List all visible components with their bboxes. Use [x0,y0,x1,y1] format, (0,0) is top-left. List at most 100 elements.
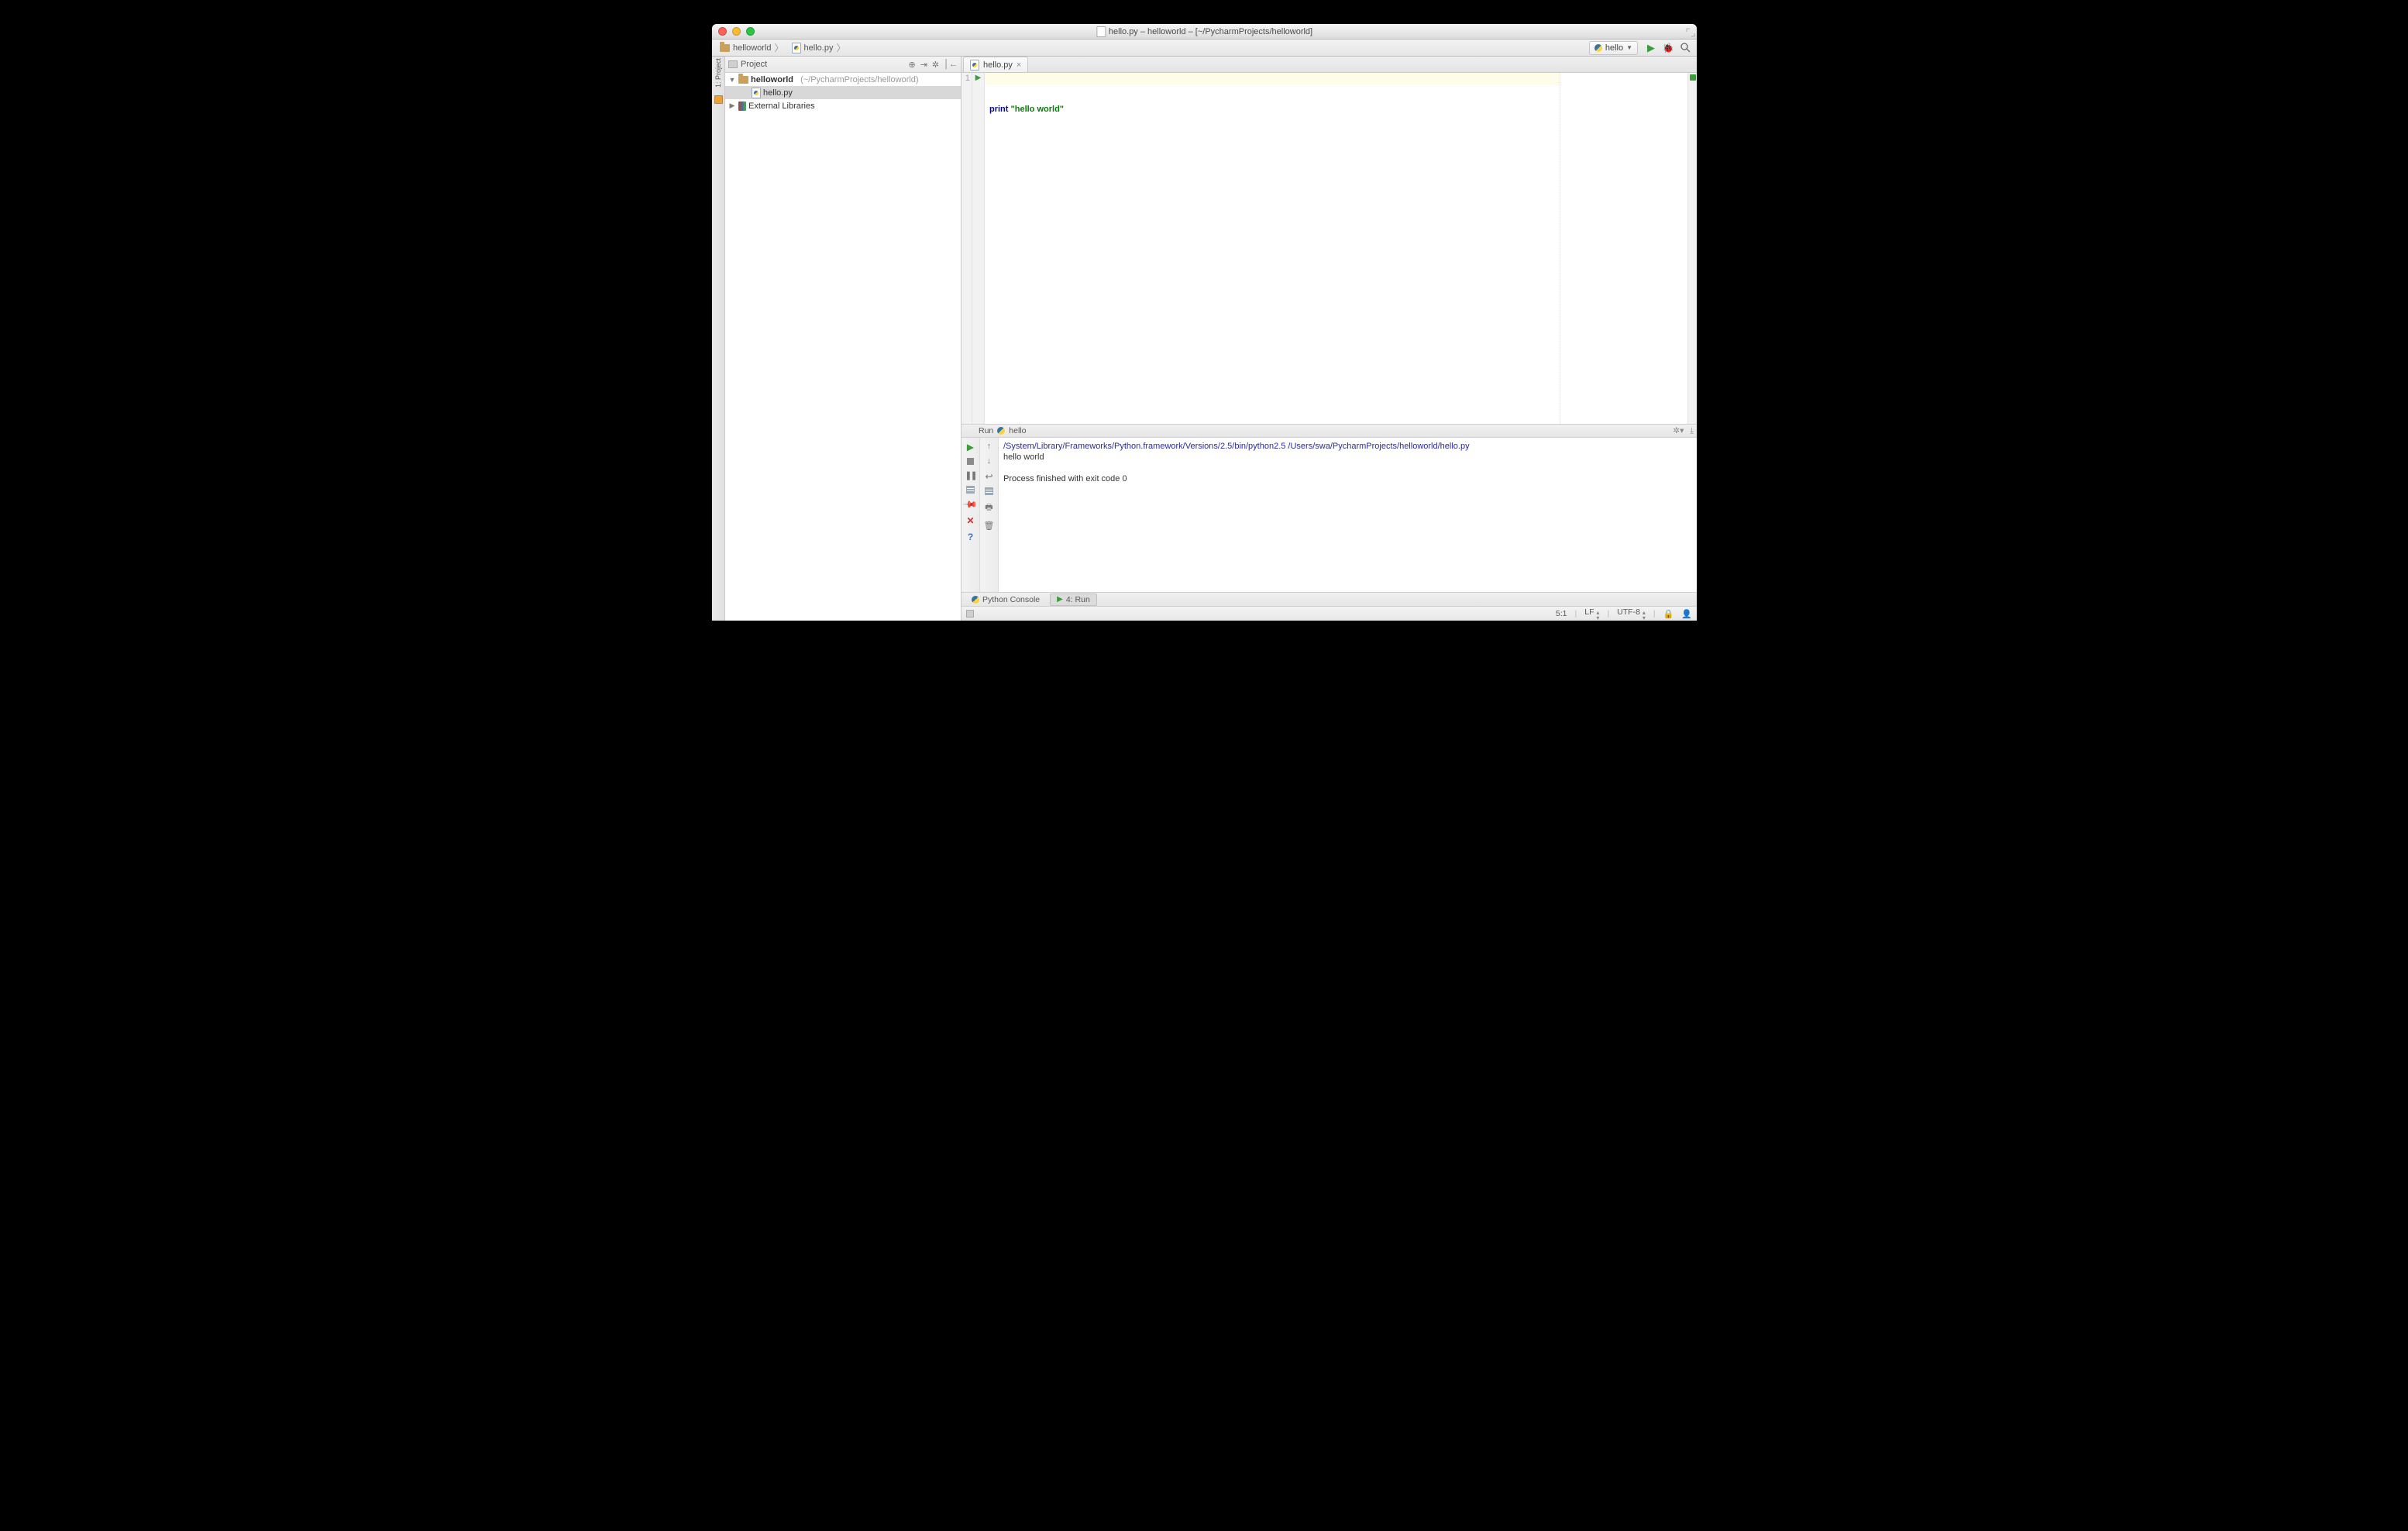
chevron-right-icon: 〉 [836,41,845,54]
python-icon [972,596,979,604]
expand-toggle-icon[interactable]: ▶ [728,101,736,110]
search-button[interactable] [1677,40,1694,57]
tab-run-label: 4: Run [1066,595,1090,604]
inspector-icon[interactable]: 👤 [1681,609,1692,619]
status-toggle-icon[interactable] [966,610,974,618]
project-sidebar-title: Project [741,60,767,69]
clear-all-icon[interactable]: 🗑 [984,521,995,531]
project-tool-tab[interactable]: 1: Project [714,57,722,92]
console-exit: Process finished with exit code 0 [1003,474,1127,483]
line-number: 1 [961,74,970,83]
breadcrumb-file[interactable]: hello.py 〉 [789,41,849,54]
window-title: hello.py – helloworld – [~/PycharmProjec… [1096,26,1312,37]
run-line-icon[interactable]: ▶ [972,74,984,82]
status-bar: 5:1 | LF ▴▾ | UTF-8 ▴▾ | 🔒 👤 [961,607,1697,621]
python-file-icon [970,60,979,71]
editor-tab-label: hello.py [983,60,1013,70]
line-number-gutter: 1 [961,73,972,424]
code-string: "hello world" [1011,105,1065,114]
project-tree[interactable]: ▼ helloworld (~/PycharmProjects/hellowor… [725,73,961,621]
pin-tab-button[interactable]: 📌 [962,497,978,512]
tree-file[interactable]: hello.py [725,86,961,99]
run-config-selector[interactable]: hello ▼ [1589,41,1638,55]
python-file-icon [792,43,801,53]
run-settings-gear-icon[interactable]: ✲▾ [1673,426,1684,436]
expand-toggle-icon[interactable]: ▼ [728,76,736,84]
editor-body: 1 ▶ print "hello world" [961,73,1697,424]
python-file-icon [752,88,761,98]
minimize-window-button[interactable] [732,27,741,36]
chevron-down-icon: ▼ [1626,44,1632,51]
scroll-to-end-icon[interactable] [985,487,993,495]
run-config-name: hello [1605,43,1623,53]
line-separator[interactable]: LF ▴▾ [1584,607,1599,621]
hide-panel-icon[interactable]: │← [944,60,958,70]
close-window-button[interactable] [718,27,727,36]
project-tool-label: 1: Project [714,58,722,88]
down-stack-icon[interactable]: ↓ [987,456,992,466]
tree-external-label: External Libraries [748,101,815,111]
titlebar: hello.py – helloworld – [~/PycharmProjec… [712,24,1697,40]
run-panel-title: Run [979,426,993,435]
debug-button[interactable]: 🐞 [1660,40,1677,57]
stop-button[interactable] [967,458,974,465]
zoom-window-button[interactable] [746,27,755,36]
soft-wrap-icon[interactable]: ↩ [985,471,992,482]
editor-tab[interactable]: hello.py × [963,57,1028,72]
breadcrumb-project-label: helloworld [733,43,772,53]
pause-button[interactable]: ❚❚ [965,470,975,480]
print-icon[interactable]: 🖶 [985,501,992,515]
run-panel: ▶ ❚❚ 📌 ✕ ? ↑ ↓ ↩ 🖶 🗑 [961,438,1697,593]
run-panel-header: Run hello ✲▾ ⤓ [961,424,1697,438]
tab-python-console[interactable]: Python Console [965,593,1047,606]
run-actions-column: ▶ ❚❚ 📌 ✕ ? [961,438,980,592]
close-tab-icon[interactable]: × [1017,60,1021,70]
file-encoding[interactable]: UTF-8 ▴▾ [1617,607,1646,621]
tree-root-name: helloworld [751,75,793,84]
dump-threads-button[interactable] [966,486,975,494]
main-body: 1: Project Project ⊕ ⇥ ✲ │← [712,57,1697,621]
scroll-to-source-icon[interactable]: ⊕ [908,60,915,70]
close-run-button[interactable]: ✕ [966,515,974,526]
left-tool-stripe: 1: Project [712,57,725,621]
folder-icon [738,76,748,84]
run-icon: ▶ [1057,595,1063,604]
console-stdout: hello world [1003,452,1044,462]
rerun-button[interactable]: ▶ [967,442,974,452]
structure-tool-tab[interactable] [714,95,723,104]
folder-icon [720,44,730,52]
ide-window: hello.py – helloworld – [~/PycharmProjec… [712,24,1697,621]
up-stack-icon[interactable]: ↑ [987,442,992,451]
fullscreen-icon[interactable] [1686,28,1695,37]
bottom-tool-tabs: Python Console ▶ 4: Run [961,593,1697,607]
code-editor[interactable]: print "hello world" [985,73,1560,424]
help-button[interactable]: ? [968,532,973,542]
toolbar-right: hello ▼ ▶ 🐞 [1589,40,1697,57]
editor-right-margin [1560,73,1687,424]
readonly-lock-icon[interactable]: 🔒 [1663,609,1674,619]
collapse-all-icon[interactable]: ⇥ [920,60,927,70]
project-sidebar-tools: ⊕ ⇥ ✲ │← [908,60,958,70]
settings-gear-icon[interactable]: ✲ [932,60,939,70]
console-output[interactable]: /System/Library/Frameworks/Python.framew… [999,438,1697,592]
run-hide-icon[interactable]: ⤓ [1690,426,1694,436]
run-button[interactable]: ▶ [1643,40,1660,57]
project-sidebar-header: Project ⊕ ⇥ ✲ │← [725,57,961,73]
tree-root[interactable]: ▼ helloworld (~/PycharmProjects/hellowor… [725,73,961,86]
current-line-highlight [985,73,1560,84]
project-sidebar: Project ⊕ ⇥ ✲ │← ▼ helloworld (~/Pycharm [725,57,961,621]
breadcrumb-file-label: hello.py [804,43,834,53]
cursor-position[interactable]: 5:1 [1556,609,1567,618]
tab-run[interactable]: ▶ 4: Run [1050,593,1097,606]
python-icon [997,427,1005,435]
breadcrumb-project[interactable]: helloworld 〉 [717,41,787,54]
file-icon [1096,26,1106,37]
code-keyword: print [989,105,1008,114]
editor-area: hello.py × 1 ▶ print "hello world" [961,57,1697,621]
console-command: /System/Library/Frameworks/Python.framew… [1003,442,1470,451]
run-gutter: ▶ [972,73,985,424]
run-panel-config: hello [1009,426,1026,435]
tree-external-libraries[interactable]: ▶ External Libraries [725,99,961,112]
inspection-ok-icon[interactable] [1690,74,1696,81]
console-actions-column: ↑ ↓ ↩ 🖶 🗑 [980,438,999,592]
